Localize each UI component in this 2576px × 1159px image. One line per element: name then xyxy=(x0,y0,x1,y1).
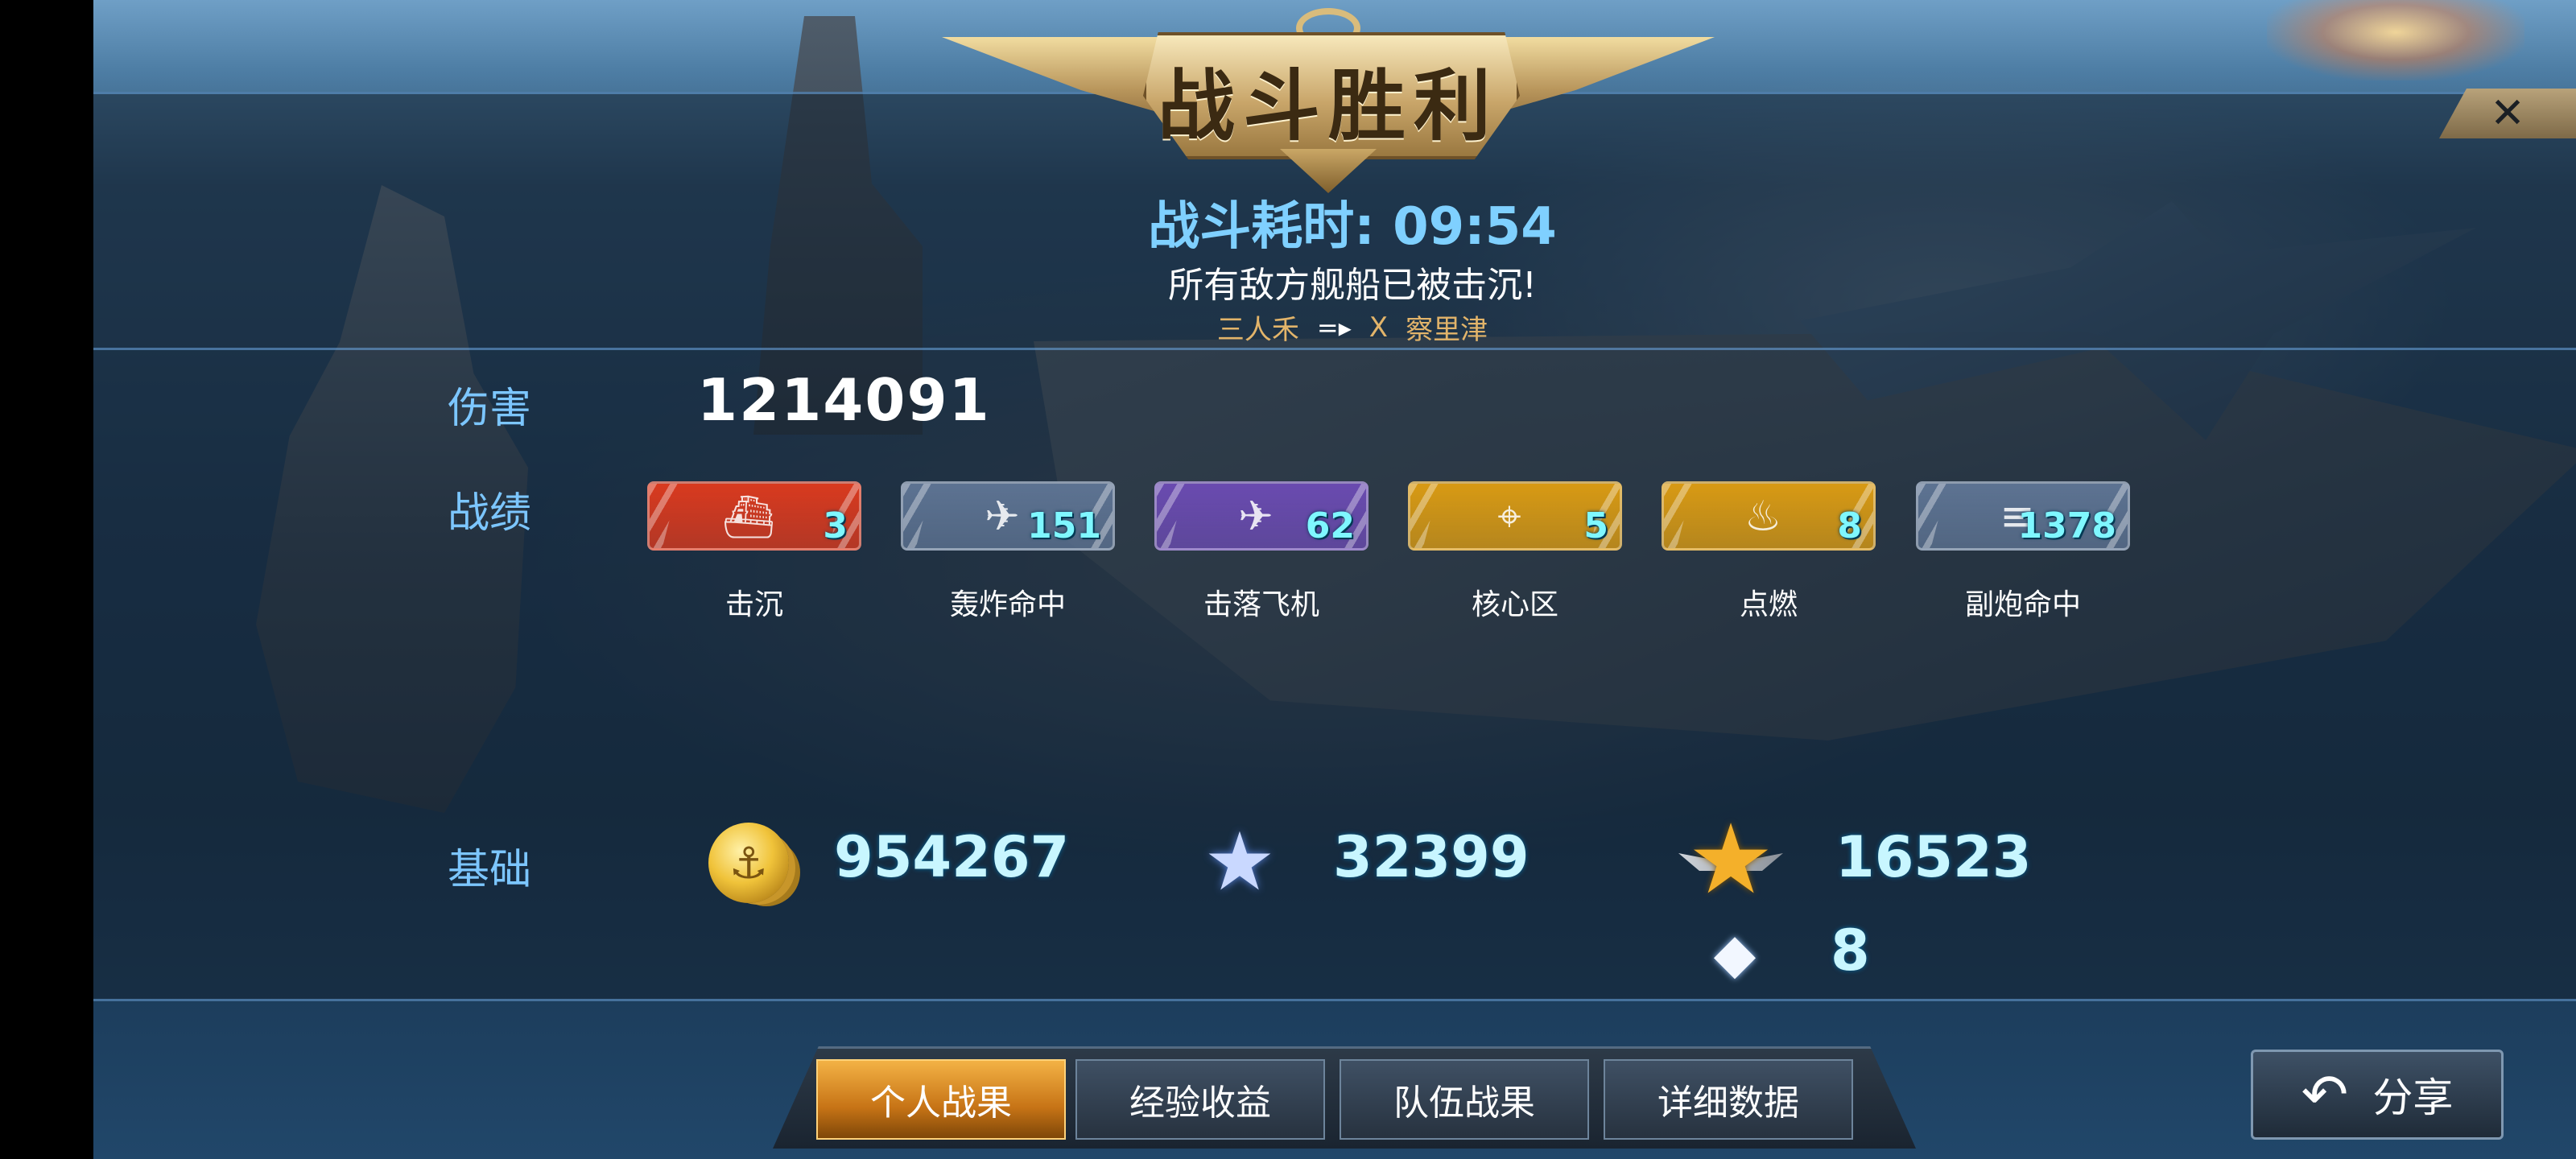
share-label: 分享 xyxy=(2372,1074,2454,1121)
share-arrow-icon: ↶ xyxy=(2301,1062,2349,1128)
record-label: 击沉 xyxy=(724,588,783,621)
tab-exp-rewards[interactable]: 经验收益 xyxy=(1075,1059,1325,1140)
records-label: 战绩 xyxy=(448,489,532,538)
tab-team-results[interactable]: 队伍战果 xyxy=(1340,1059,1589,1140)
kill-arrow-icon: =▸ xyxy=(1316,311,1352,343)
battle-time-value: 09:54 xyxy=(1393,197,1557,257)
record-count: 62 xyxy=(1305,505,1355,547)
record-count: 5 xyxy=(1583,505,1608,547)
record-badge-fires: ♨ 8 xyxy=(1662,481,1876,551)
record-count: 1378 xyxy=(2017,505,2116,547)
record-badge-planes-shot-down: ✈ 62 xyxy=(1154,481,1368,551)
coins-value: 954267 xyxy=(834,824,1070,890)
ship-sunk-icon: ⛴ xyxy=(721,493,775,542)
divider xyxy=(93,348,2576,350)
tab-detailed-data[interactable]: 详细数据 xyxy=(1604,1059,1853,1140)
gold-stars-value: 16523 xyxy=(1835,824,2032,890)
record-badge-sunk: ⛴ 3 xyxy=(647,481,861,551)
battle-time-label: 战斗耗时: xyxy=(1148,197,1375,257)
record-count: 3 xyxy=(823,505,848,547)
record-label: 核心区 xyxy=(1471,588,1558,621)
battle-result-text: 所有敌方舰船已被击沉! xyxy=(1168,265,1537,306)
victory-banner: 战斗胜利 xyxy=(942,8,1715,193)
record-label: 点燃 xyxy=(1739,588,1798,621)
kill-feed: 三人禾 =▸ X 察里津 xyxy=(1127,307,1578,347)
record-badge-citadel: ⌖ 5 xyxy=(1408,481,1622,551)
record-badge-bomb-hits: ✈ 151 xyxy=(901,481,1115,551)
plane-shotdown-icon: ✈ xyxy=(1238,493,1274,541)
record-label: 副炮命中 xyxy=(1964,588,2081,621)
kill-feed-victim: 察里津 xyxy=(1406,314,1488,346)
diamond-icon: ◆ xyxy=(1713,922,1757,986)
damage-label: 伤害 xyxy=(448,385,532,433)
fire-icon: ♨ xyxy=(1744,493,1782,541)
kill-feed-mark: X xyxy=(1368,311,1389,344)
victory-title: 战斗胜利 xyxy=(1158,61,1499,151)
silver-star-icon: ★ xyxy=(1203,814,1276,909)
record-badge-secondary-hits: ≡ 1378 xyxy=(1916,481,2130,551)
base-label: 基础 xyxy=(448,846,532,894)
gold-coin-icon: ⚓ xyxy=(708,823,789,903)
gold-star-icon: ★ xyxy=(1687,803,1774,916)
crosshair-icon: ⌖ xyxy=(1497,492,1521,541)
tab-personal-results[interactable]: 个人战果 xyxy=(816,1059,1066,1140)
silver-stars-value: 32399 xyxy=(1333,824,1530,890)
record-count: 151 xyxy=(1027,505,1101,547)
share-button[interactable]: ↶ 分享 xyxy=(2251,1050,2504,1140)
kill-feed-killer: 三人禾 xyxy=(1216,314,1299,346)
close-icon: ✕ xyxy=(2490,89,2525,138)
battle-duration: 战斗耗时: 09:54 xyxy=(1046,185,1658,259)
damage-value: 1214091 xyxy=(697,366,991,434)
diamonds-value: 8 xyxy=(1831,918,1870,984)
record-count: 8 xyxy=(1837,505,1862,547)
record-label: 击落飞机 xyxy=(1203,588,1319,621)
record-label: 轰炸命中 xyxy=(949,588,1066,621)
explosion-effect xyxy=(2267,0,2524,80)
